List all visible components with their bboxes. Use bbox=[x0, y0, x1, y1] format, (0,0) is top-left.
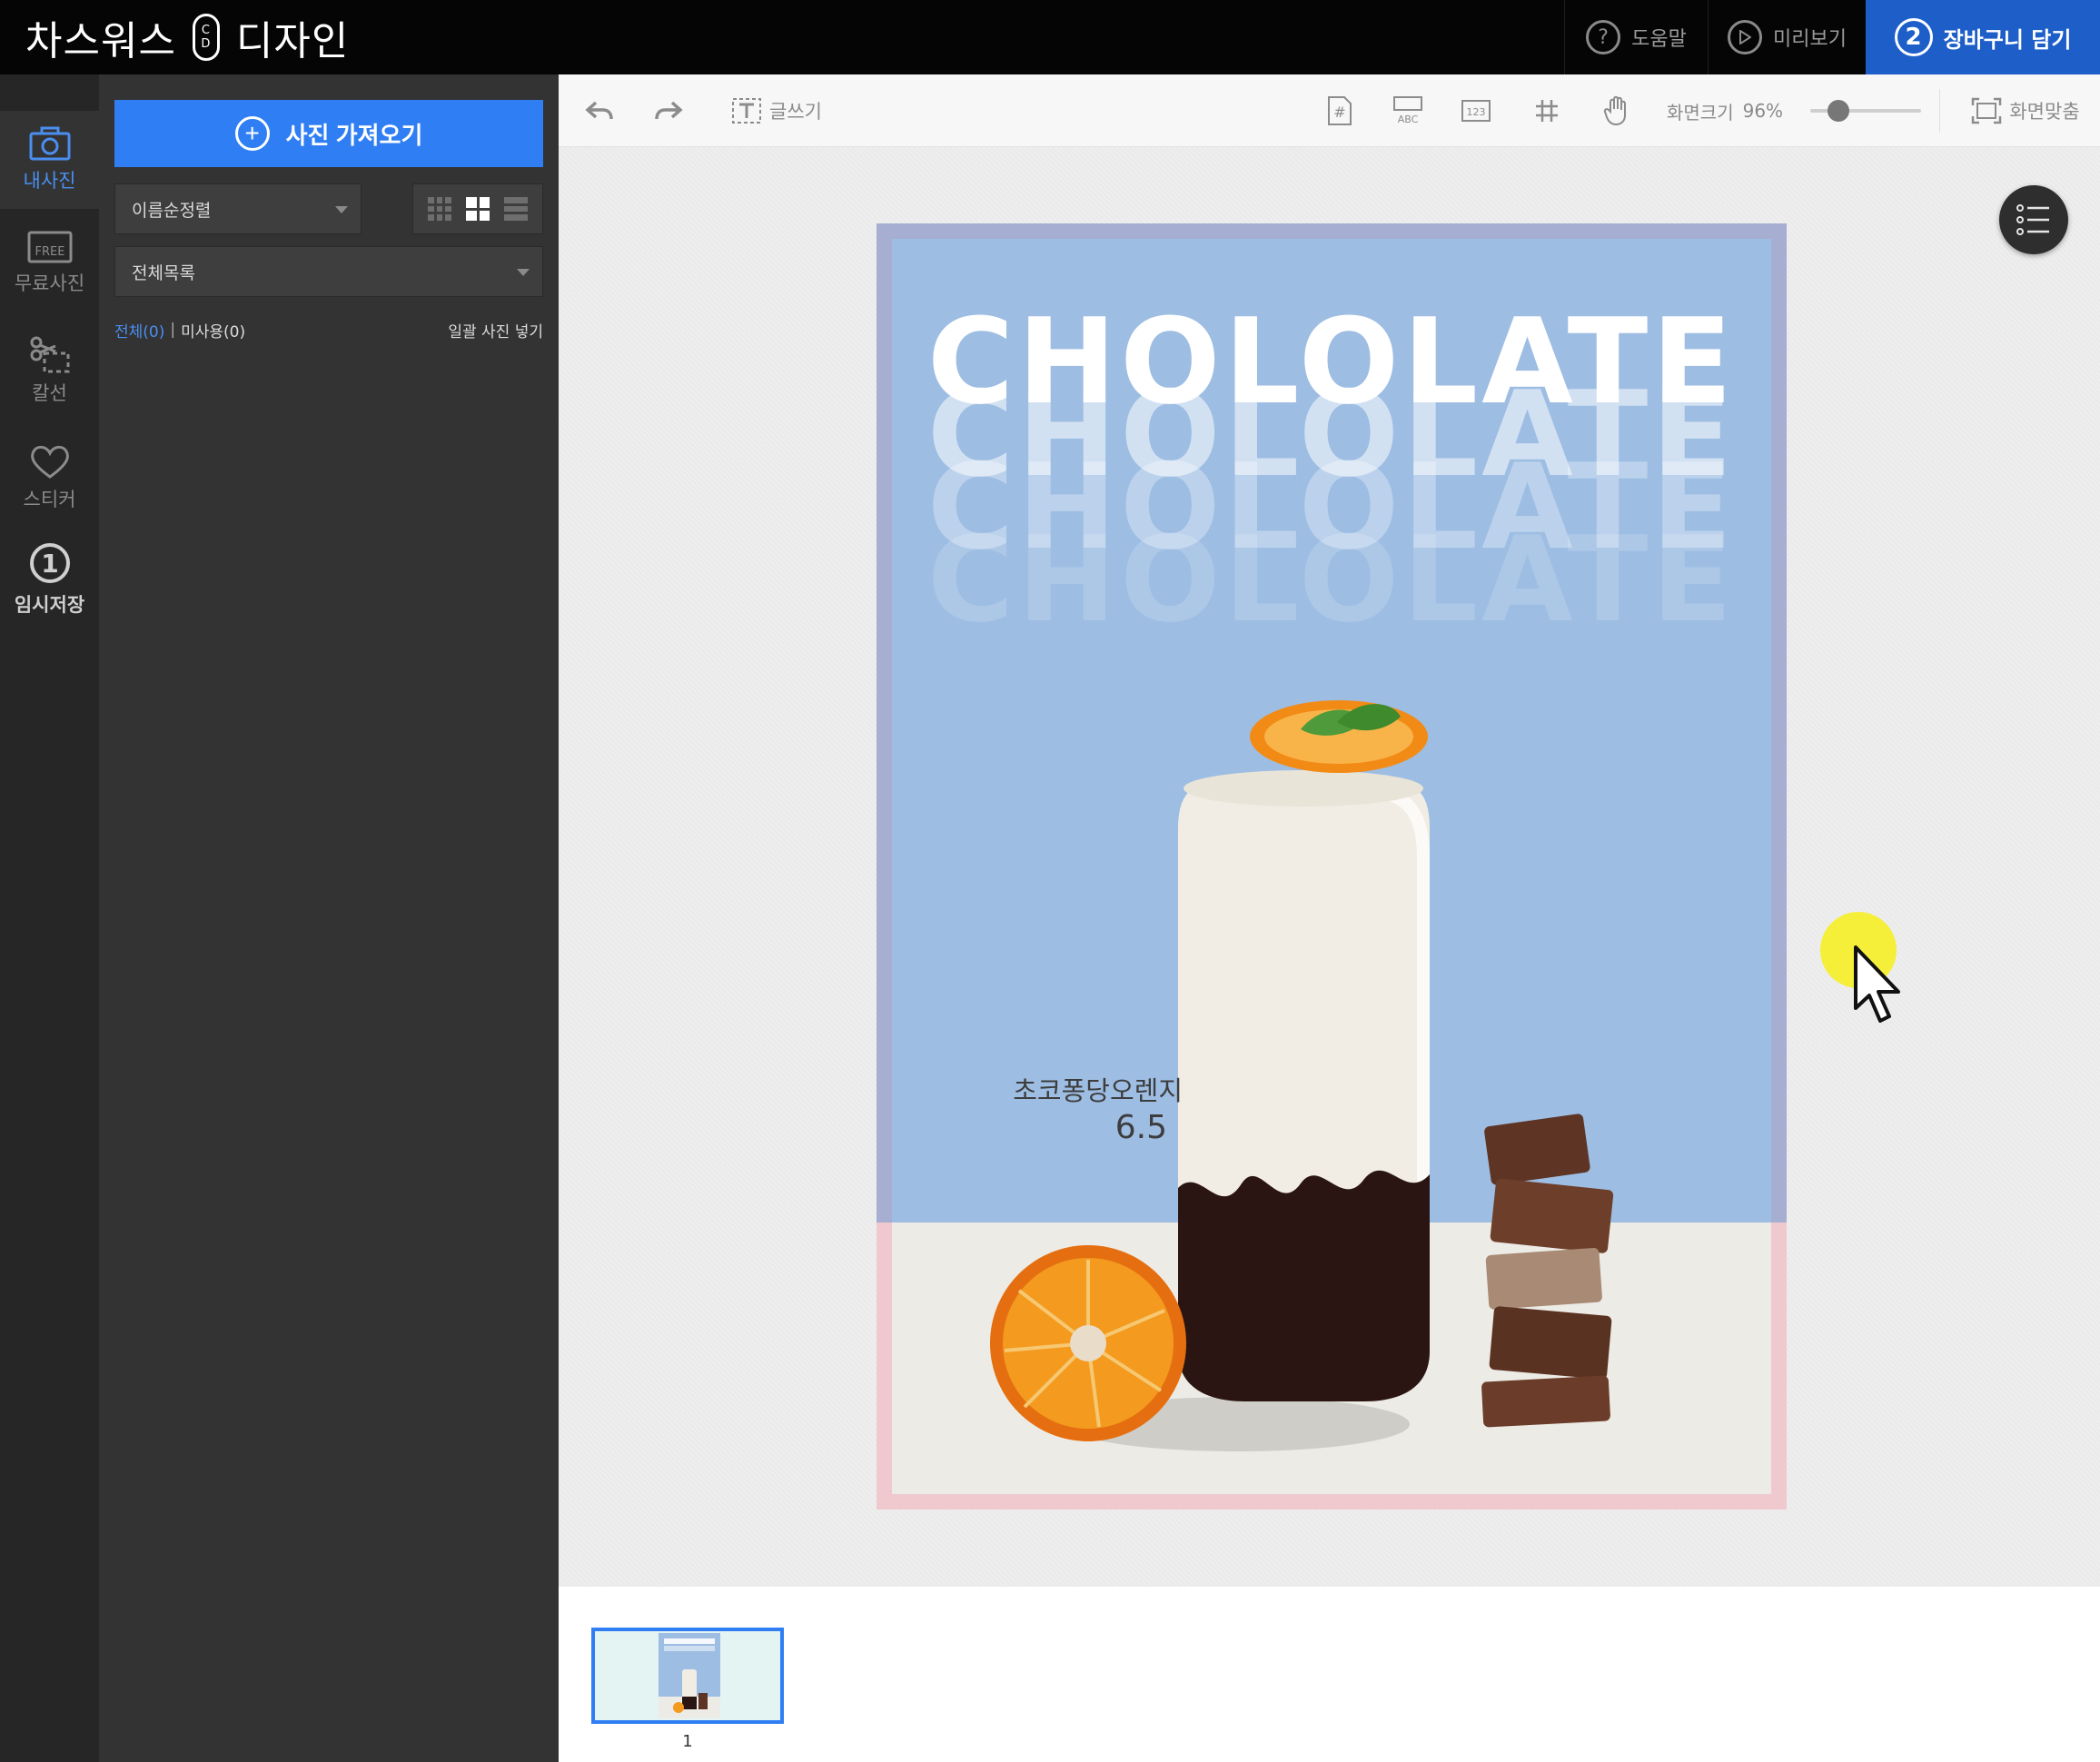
rail-label: 칼선 bbox=[32, 382, 67, 404]
zoom-label: 화면크기 bbox=[1667, 101, 1734, 124]
text-frame-button[interactable]: ABC bbox=[1385, 74, 1431, 147]
brand-badge-icon: C D bbox=[192, 14, 220, 61]
view-toggle bbox=[412, 183, 543, 234]
svg-text:1: 1 bbox=[41, 549, 58, 579]
fit-label: 화면맞춤 bbox=[2009, 101, 2080, 123]
page-thumbnail-preview bbox=[659, 1633, 720, 1718]
drink-price-text[interactable]: 6.5 bbox=[892, 1109, 1167, 1146]
import-photos-button[interactable]: + 사진 가져오기 bbox=[114, 100, 543, 167]
step-two-icon: 2 bbox=[1894, 18, 1933, 56]
svg-text:FREE: FREE bbox=[35, 245, 64, 259]
rail-item-temp-save[interactable]: 1 임시저장 bbox=[0, 530, 99, 629]
brand-logo: 차스워스 C D 디자인 bbox=[25, 0, 349, 74]
svg-text:#: # bbox=[1333, 104, 1345, 121]
filter-all-link[interactable]: 전체(0) bbox=[114, 319, 164, 342]
undo-icon bbox=[585, 101, 613, 120]
scissors-icon bbox=[30, 336, 69, 373]
thumbnail-art bbox=[664, 1638, 715, 1713]
zoom-slider-handle[interactable] bbox=[1827, 100, 1849, 122]
rail-label: 임시저장 bbox=[14, 594, 85, 616]
poster-artboard[interactable]: CHOLOLATE CHOLOLATE CHOLOLATE CHOLOLATE bbox=[892, 239, 1771, 1494]
brand-right-text: 디자인 bbox=[235, 18, 350, 64]
layers-menu-button[interactable] bbox=[1999, 185, 2068, 254]
fit-to-screen-button[interactable]: 화면맞춤 bbox=[1962, 74, 2089, 147]
top-bar: 차스워스 C D 디자인 ? 도움말 미리보기 2 장바구니 담기 bbox=[0, 0, 2100, 74]
undo-button[interactable] bbox=[577, 74, 622, 147]
design-canvas[interactable]: CHOLOLATE CHOLOLATE CHOLOLATE CHOLOLATE bbox=[559, 147, 2100, 1587]
rail-item-my-photos[interactable]: 내사진 bbox=[0, 111, 99, 209]
rail-label: 내사진 bbox=[23, 170, 76, 192]
hand-icon bbox=[1603, 95, 1626, 126]
brand-left-text: 차스워스 bbox=[25, 18, 176, 64]
cart-label: 장바구니 담기 bbox=[1943, 26, 2072, 53]
sort-value: 이름순정렬 bbox=[132, 200, 212, 221]
rail-item-cut-line[interactable]: 칼선 bbox=[0, 322, 99, 420]
number-frame-button[interactable]: 123 bbox=[1453, 74, 1499, 147]
photo-panel: + 사진 가져오기 이름순정렬 전체목록 전체(0) | 미사용(0) 일괄 사… bbox=[99, 74, 559, 1762]
chevron-down-icon bbox=[517, 269, 530, 276]
fit-screen-icon bbox=[1972, 97, 2002, 124]
text-box-icon bbox=[732, 98, 762, 124]
rail-label: 무료사진 bbox=[14, 272, 85, 294]
help-button[interactable]: ? 도움말 bbox=[1564, 0, 1708, 74]
drink-name-text[interactable]: 초코퐁당오렌지 bbox=[892, 1070, 1183, 1108]
list-view-icon[interactable] bbox=[504, 197, 528, 221]
import-label: 사진 가져오기 bbox=[285, 121, 423, 149]
add-text-button[interactable]: 글쓰기 bbox=[722, 74, 831, 147]
number-frame-icon: 123 bbox=[1461, 100, 1491, 122]
bulk-insert-link[interactable]: 일괄 사진 넣기 bbox=[448, 319, 543, 342]
rail-label: 스티커 bbox=[23, 489, 76, 510]
toolbar-divider bbox=[1939, 89, 1940, 133]
help-label: 도움말 bbox=[1631, 28, 1687, 51]
editor-toolbar: 글쓰기 # ABC 123 화면크기 96% 화면맞춤 bbox=[559, 74, 2100, 147]
grid-toggle-button[interactable] bbox=[1524, 74, 1570, 147]
temp-save-icon: 1 bbox=[29, 543, 70, 583]
chevron-down-icon bbox=[335, 206, 348, 213]
preview-button[interactable]: 미리보기 bbox=[1708, 0, 1866, 74]
photo-filter-row: 전체(0) | 미사용(0) 일괄 사진 넣기 bbox=[114, 316, 543, 343]
filter-unused-link[interactable]: 미사용(0) bbox=[181, 319, 245, 342]
page-number: 1 bbox=[682, 1732, 693, 1751]
tool-rail: 내사진 FREE 무료사진 칼선 스티커 1 임시저장 bbox=[0, 74, 99, 1762]
heart-icon bbox=[30, 445, 69, 479]
small-grid-view-icon[interactable] bbox=[428, 197, 451, 221]
page-thumbnail-strip: 1 bbox=[559, 1587, 2100, 1762]
help-icon: ? bbox=[1586, 20, 1621, 54]
grid-icon bbox=[1536, 100, 1558, 122]
zoom-value: 96% bbox=[1742, 100, 1784, 122]
preview-label: 미리보기 bbox=[1773, 28, 1847, 51]
rail-item-stickers[interactable]: 스티커 bbox=[0, 429, 99, 527]
filter-separator: | bbox=[170, 321, 176, 339]
abc-frame-icon: ABC bbox=[1393, 96, 1422, 125]
page-number-button[interactable]: # bbox=[1317, 74, 1362, 147]
drink-illustration[interactable] bbox=[892, 239, 1771, 1494]
svg-text:123: 123 bbox=[1467, 106, 1486, 118]
svg-text:ABC: ABC bbox=[1398, 114, 1419, 125]
redo-icon bbox=[655, 101, 683, 120]
add-to-cart-button[interactable]: 2 장바구니 담기 bbox=[1866, 0, 2100, 74]
play-icon bbox=[1728, 20, 1763, 54]
album-select[interactable]: 전체목록 bbox=[114, 246, 543, 297]
zoom-readout: 화면크기 96% bbox=[1667, 74, 1783, 147]
hash-page-icon: # bbox=[1328, 96, 1352, 125]
plus-icon: + bbox=[234, 116, 270, 151]
pan-tool-button[interactable] bbox=[1594, 74, 1639, 147]
free-photo-icon: FREE bbox=[27, 231, 72, 263]
rail-item-free-photos[interactable]: FREE 무료사진 bbox=[0, 213, 99, 311]
add-text-label: 글쓰기 bbox=[769, 101, 822, 123]
sort-select[interactable]: 이름순정렬 bbox=[114, 183, 362, 234]
page-thumbnail[interactable] bbox=[591, 1628, 784, 1724]
photo-icon bbox=[29, 126, 70, 161]
mouse-cursor-icon bbox=[1854, 945, 1900, 1023]
design-editor: 차스워스 C D 디자인 ? 도움말 미리보기 2 장바구니 담기 내사진 FR… bbox=[0, 0, 2100, 1762]
poster-page[interactable]: CHOLOLATE CHOLOLATE CHOLOLATE CHOLOLATE bbox=[877, 223, 1787, 1510]
large-grid-view-icon[interactable] bbox=[466, 197, 490, 221]
list-menu-icon bbox=[2016, 204, 2049, 235]
redo-button[interactable] bbox=[646, 74, 691, 147]
album-value: 전체목록 bbox=[132, 262, 195, 283]
